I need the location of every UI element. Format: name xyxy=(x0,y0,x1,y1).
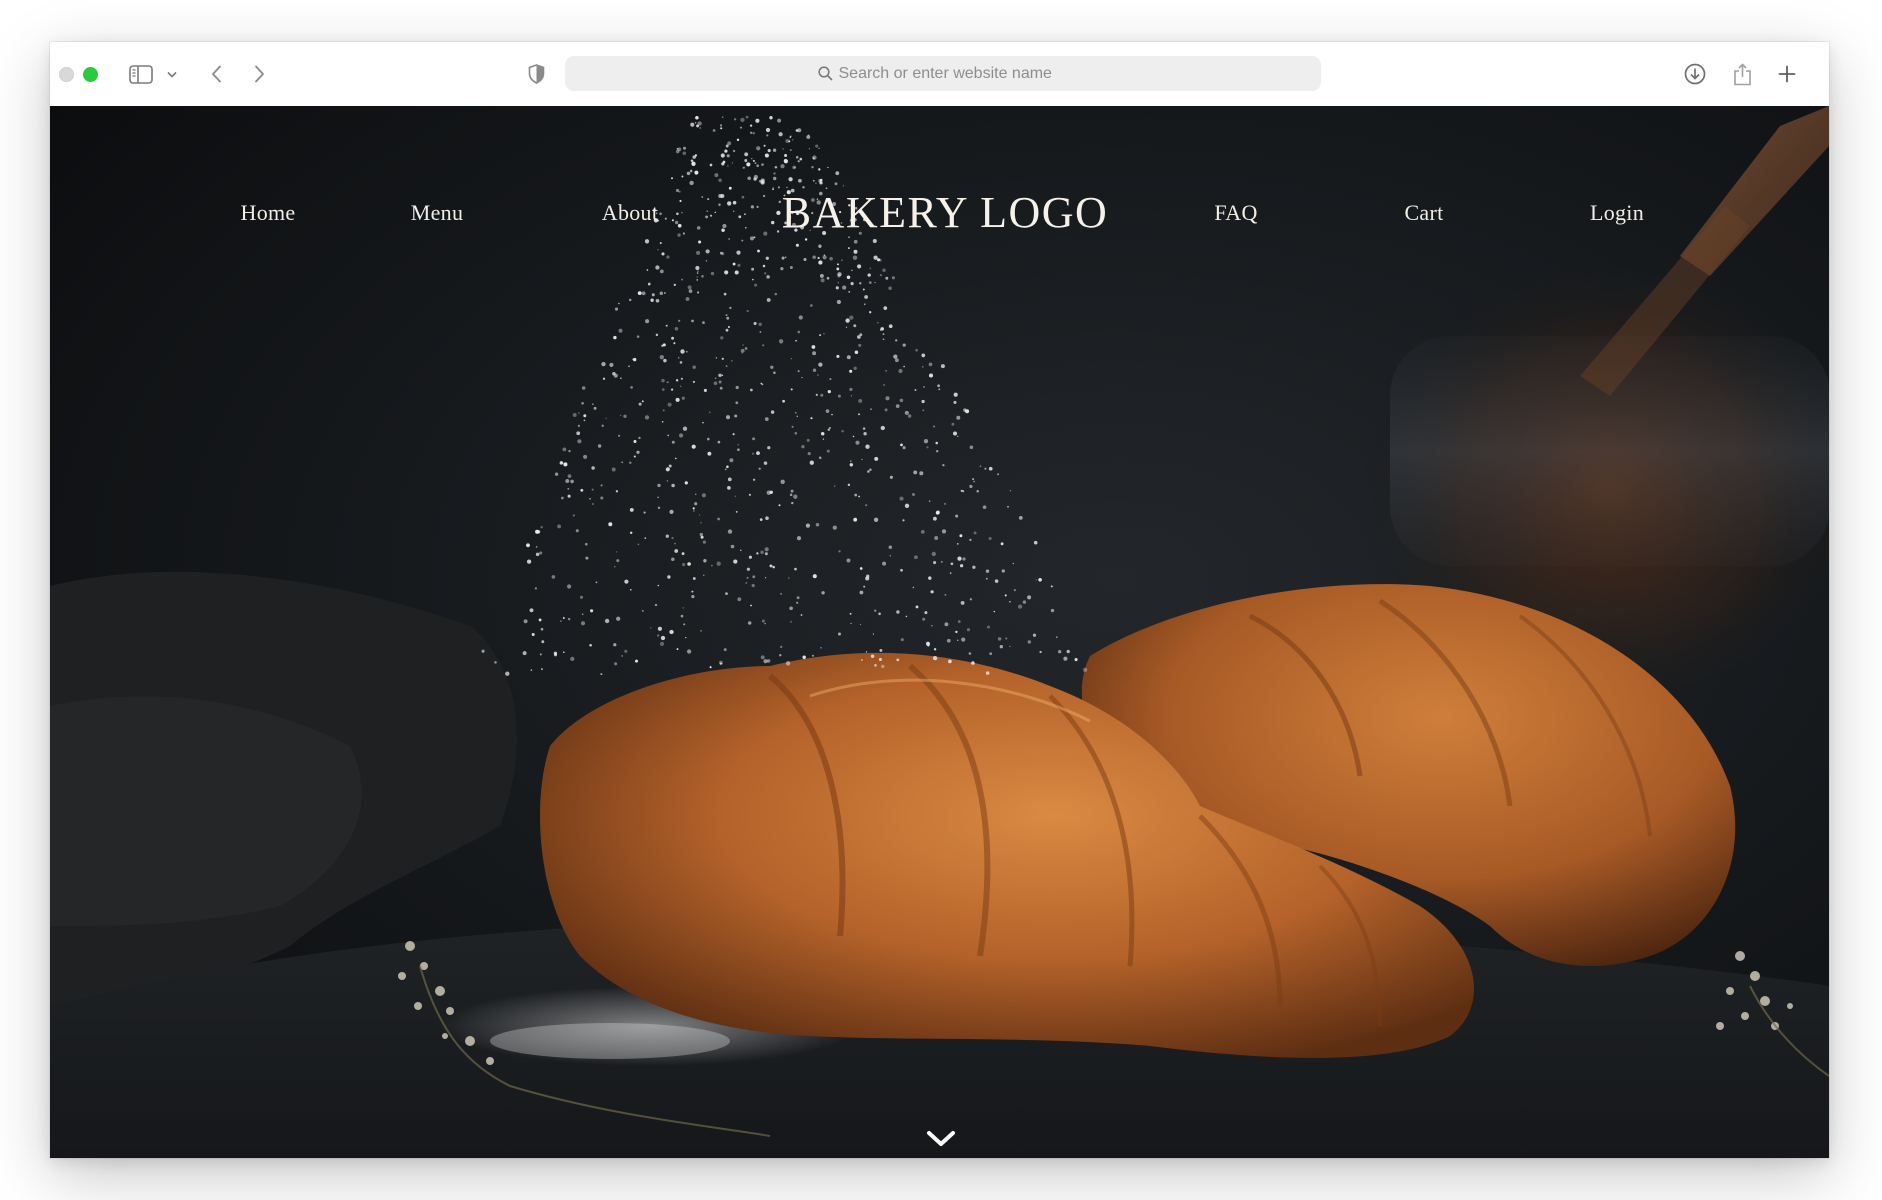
chevron-right-icon[interactable] xyxy=(251,62,267,86)
site-navigation: Home Menu About BAKERY LOGO FAQ Cart Log… xyxy=(50,106,1829,316)
chevron-down-icon[interactable] xyxy=(166,62,178,86)
shield-icon[interactable] xyxy=(526,62,546,86)
window-control-inactive[interactable] xyxy=(59,67,74,82)
scroll-down-button[interactable] xyxy=(924,1128,958,1150)
address-input[interactable] xyxy=(838,64,1069,83)
chevron-left-icon[interactable] xyxy=(208,62,224,86)
browser-window: Home Menu About BAKERY LOGO FAQ Cart Log… xyxy=(50,42,1829,1158)
nav-home-link[interactable]: Home xyxy=(241,200,296,226)
sidebar-icon[interactable] xyxy=(128,62,154,86)
download-icon[interactable] xyxy=(1683,62,1707,86)
browser-toolbar xyxy=(50,42,1829,107)
nav-menu-link[interactable]: Menu xyxy=(411,200,464,226)
plus-icon[interactable] xyxy=(1776,62,1798,86)
chevron-down-icon xyxy=(927,1131,955,1146)
search-icon xyxy=(817,66,833,81)
nav-login-link[interactable]: Login xyxy=(1590,200,1644,226)
web-page: Home Menu About BAKERY LOGO FAQ Cart Log… xyxy=(50,106,1829,1158)
share-icon[interactable] xyxy=(1731,62,1753,86)
nav-cart-link[interactable]: Cart xyxy=(1404,200,1443,226)
site-logo[interactable]: BAKERY LOGO xyxy=(782,187,1109,238)
address-bar[interactable] xyxy=(565,56,1321,91)
window-zoom-button[interactable] xyxy=(83,67,98,82)
nav-faq-link[interactable]: FAQ xyxy=(1214,200,1257,226)
nav-about-link[interactable]: About xyxy=(602,200,659,226)
